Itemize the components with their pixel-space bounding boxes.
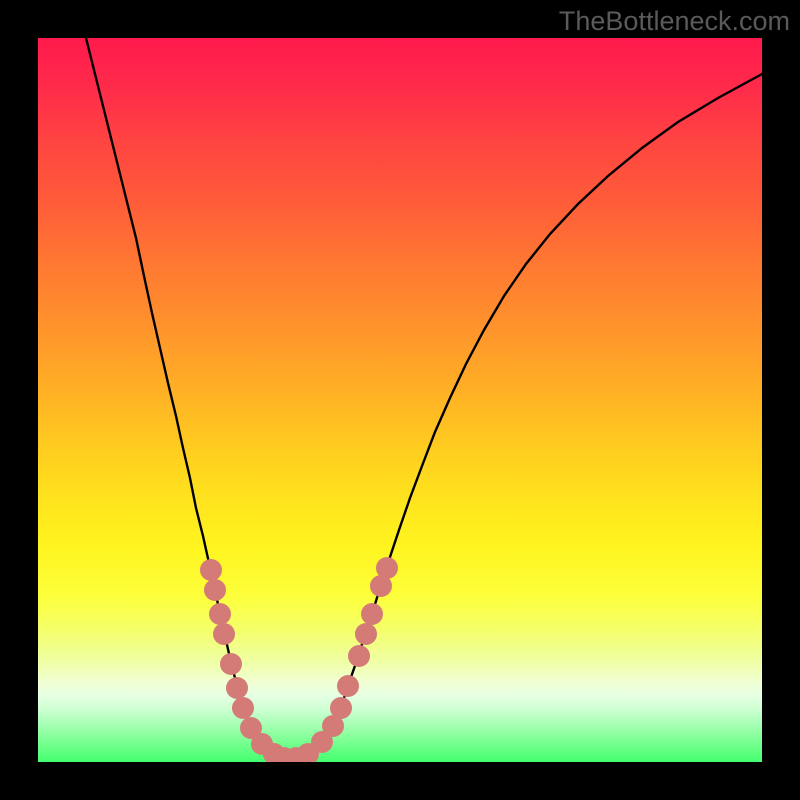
- data-marker: [220, 653, 242, 675]
- data-marker: [361, 603, 383, 625]
- data-marker: [348, 645, 370, 667]
- plot-area: [38, 38, 762, 762]
- chart-frame: TheBottleneck.com: [0, 0, 800, 800]
- watermark-text: TheBottleneck.com: [559, 6, 790, 37]
- bottleneck-curve: [86, 38, 762, 760]
- data-marker: [376, 557, 398, 579]
- data-marker: [330, 697, 352, 719]
- data-marker: [209, 603, 231, 625]
- data-marker: [337, 675, 359, 697]
- data-marker: [226, 677, 248, 699]
- data-marker: [200, 559, 222, 581]
- data-marker: [204, 579, 226, 601]
- data-marker: [213, 623, 235, 645]
- data-marker: [232, 697, 254, 719]
- data-marker: [355, 623, 377, 645]
- chart-svg: [38, 38, 762, 762]
